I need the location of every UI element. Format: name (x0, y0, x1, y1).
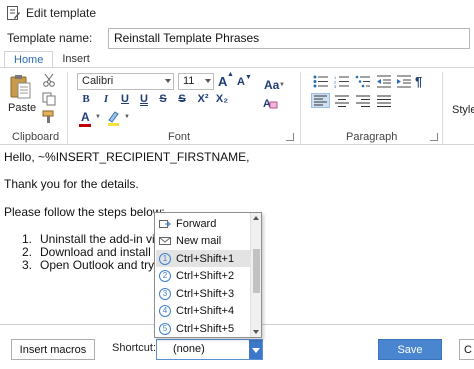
list-item-number: 1. (22, 232, 33, 246)
number-1-icon: 1 (159, 252, 171, 265)
align-right-icon[interactable] (355, 95, 371, 108)
ribbon-separator (67, 72, 68, 144)
template-name-row: Template name: Reinstall Template Phrase… (0, 26, 474, 50)
underline-button[interactable]: U (118, 93, 132, 105)
paste-icon (10, 75, 31, 99)
clipboard-group-label: Clipboard (12, 131, 60, 143)
chevron-down-icon (205, 79, 211, 83)
bullets-icon[interactable] (313, 75, 329, 88)
dropdown-scrollbar[interactable] (250, 213, 261, 337)
paragraph-group-label: Paragraph (346, 131, 398, 143)
chevron-down-icon: ▼ (95, 114, 101, 120)
strikethrough-button[interactable]: S (156, 93, 170, 105)
chevron-down-icon: ▼ (124, 114, 130, 120)
dropdown-item-ctrl-shift-5[interactable]: 5 Ctrl+Shift+5 (156, 320, 250, 337)
paste-label: Paste (8, 102, 37, 114)
scroll-up-icon[interactable] (253, 216, 259, 220)
dropdown-item-ctrl-shift-2[interactable]: 2 Ctrl+Shift+2 (156, 267, 250, 284)
font-size-select[interactable]: 11 (178, 73, 214, 90)
paragraph-dialog-launcher-icon[interactable] (430, 133, 438, 141)
shrink-font-arrow-icon: ▼ (245, 74, 252, 81)
shortcut-select[interactable]: (none) (156, 339, 263, 360)
font-color-button[interactable]: A (81, 110, 90, 124)
shortcut-label: Shortcut: (112, 342, 157, 354)
dropdown-item-ctrl-shift-4[interactable]: 4 Ctrl+Shift+4 (156, 302, 250, 319)
dropdown-item-forward[interactable]: Forward (156, 215, 250, 232)
grow-font-button[interactable]: A (218, 74, 227, 89)
copy-icon[interactable] (42, 92, 56, 106)
dropdown-item-ctrl-shift-1[interactable]: 1 Ctrl+Shift+1 (156, 250, 250, 267)
font-color-bar (79, 124, 91, 127)
change-case-button[interactable]: Aa (264, 78, 279, 92)
font-dialog-launcher-icon[interactable] (286, 133, 294, 141)
window-title: Edit template (26, 6, 97, 20)
number-2-icon: 2 (159, 269, 171, 282)
greeting-line: Hello, ~%INSERT_RECIPIENT_FIRSTNAME, (4, 150, 250, 164)
dropdown-item-ctrl-shift-3[interactable]: 3 Ctrl+Shift+3 (156, 285, 250, 302)
numbering-icon[interactable]: 1 2 3 (334, 75, 350, 88)
shortcut-dropdown-list: Forward New mail 1 Ctrl+Shift+1 2 Ctrl+S… (154, 212, 262, 338)
scroll-down-icon[interactable] (253, 330, 259, 334)
template-name-input[interactable]: Reinstall Template Phrases (108, 27, 470, 49)
format-painter-icon[interactable] (42, 110, 56, 124)
paste-button[interactable] (7, 74, 35, 124)
cancel-button[interactable]: C (459, 339, 474, 360)
chevron-down-icon: ▼ (279, 82, 285, 88)
double-underline-button[interactable]: U (137, 93, 151, 105)
tab-insert[interactable]: Insert (53, 51, 99, 68)
list-item: Open Outlook and try to (40, 258, 168, 272)
font-group-label: Font (168, 131, 191, 143)
align-left-icon (314, 95, 327, 106)
svg-text:3: 3 (334, 84, 337, 88)
chevron-down-icon[interactable] (249, 340, 262, 359)
title-bar: Edit template (0, 0, 474, 26)
increase-indent-icon[interactable] (396, 75, 412, 88)
number-4-icon: 4 (159, 304, 171, 317)
bold-button[interactable]: B (79, 93, 93, 105)
list-item-number: 3. (22, 258, 33, 272)
superscript-button[interactable]: X² (194, 93, 212, 105)
number-3-icon: 3 (159, 287, 171, 300)
new-mail-icon (159, 236, 171, 245)
justify-icon[interactable] (376, 95, 392, 108)
chevron-down-icon (165, 79, 171, 83)
thanks-line: Thank you for the details. (4, 177, 139, 191)
list-item: Download and install the (40, 245, 171, 259)
ribbon-separator (300, 72, 301, 144)
scrollbar-thumb[interactable] (253, 249, 260, 293)
cut-icon[interactable] (42, 73, 56, 87)
subscript-button[interactable]: X₂ (213, 93, 231, 105)
ribbon-separator (442, 72, 443, 144)
edit-template-icon (7, 5, 20, 20)
double-strikethrough-button[interactable]: S (175, 93, 189, 105)
insert-macros-button[interactable]: Insert macros (11, 339, 95, 360)
decrease-indent-icon[interactable] (376, 75, 392, 88)
ribbon: Paste Clipboard Calibri 11 A ▲ A ▼ Aa ▼ … (0, 67, 474, 145)
ribbon-tabs: Home Insert (0, 51, 474, 68)
highlight-color-icon[interactable] (106, 110, 122, 126)
styles-button[interactable]: Styles (452, 104, 474, 116)
list-item-number: 2. (22, 245, 33, 259)
font-family-select[interactable]: Calibri (77, 73, 174, 90)
clear-formatting-icon[interactable]: A (262, 96, 278, 110)
save-button[interactable]: Save (378, 339, 442, 360)
align-center-icon[interactable] (334, 95, 350, 108)
forward-icon (159, 219, 171, 228)
dropdown-item-new-mail[interactable]: New mail (156, 232, 250, 249)
shrink-font-button[interactable]: A (237, 76, 245, 88)
number-5-icon: 5 (159, 322, 171, 335)
align-left-button[interactable] (311, 93, 330, 108)
italic-button[interactable]: I (99, 93, 113, 105)
steps-intro-line: Please follow the steps below: (4, 205, 165, 219)
multilevel-list-icon[interactable] (355, 75, 371, 88)
grow-font-arrow-icon: ▲ (227, 71, 234, 78)
show-formatting-icon[interactable]: ¶ (415, 74, 422, 89)
template-name-label: Template name: (7, 31, 93, 45)
tab-home[interactable]: Home (4, 51, 54, 68)
